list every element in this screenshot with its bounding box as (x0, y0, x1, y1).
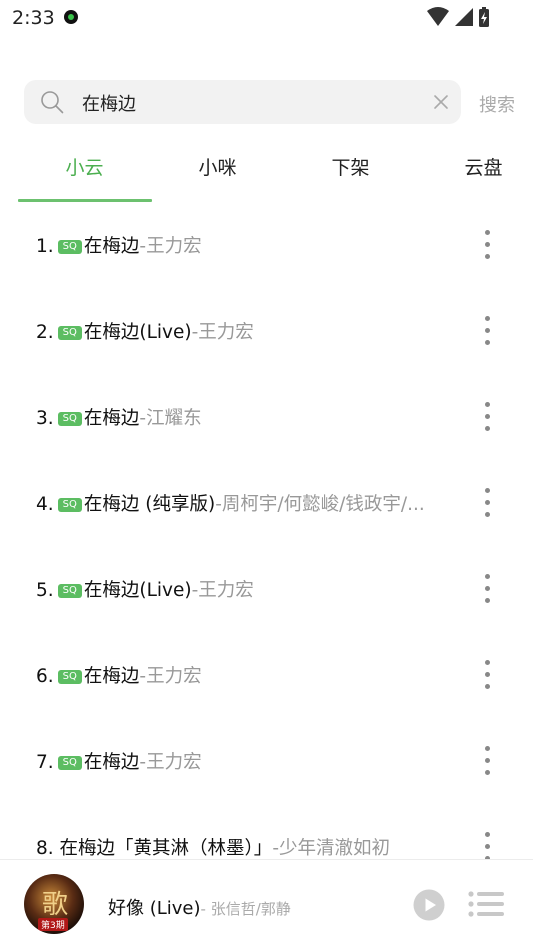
cell-signal-icon (455, 8, 473, 26)
sq-badge: SQ (57, 584, 82, 598)
search-query: 在梅边 (82, 94, 136, 115)
song-artist: -少年清澈如初 (272, 838, 390, 859)
song-title: 在梅边 (83, 666, 140, 687)
list-item[interactable]: 2. SQ 在梅边(Live)-王力宏 (0, 288, 533, 374)
now-playing-title: 好像 (Live) (108, 898, 201, 919)
tab-yunpan[interactable]: 云盘 (417, 153, 533, 180)
list-item[interactable]: 4. SQ 在梅边 (纯享版)-周柯宇/何懿峻/钱政宇/... (0, 460, 533, 546)
list-item[interactable]: 7. SQ 在梅边-王力宏 (0, 718, 533, 804)
item-index: 6. (36, 666, 54, 687)
song-artist: -江耀东 (139, 408, 202, 429)
song-artist: -王力宏 (139, 752, 202, 773)
song-title: 在梅边 (83, 752, 140, 773)
song-title: 在梅边(Live) (83, 580, 192, 601)
status-time: 2:33 (12, 7, 55, 29)
song-title: 在梅边 (83, 408, 140, 429)
item-index: 1. (36, 236, 54, 257)
list-item[interactable]: 5. SQ 在梅边(Live)-王力宏 (0, 546, 533, 632)
status-icons (427, 6, 493, 28)
song-artist: -王力宏 (191, 322, 254, 343)
item-index: 3. (36, 408, 54, 429)
song-artist: -王力宏 (139, 666, 202, 687)
song-title: 在梅边 (83, 236, 140, 257)
more-options-icon[interactable] (482, 230, 492, 260)
sq-badge: SQ (57, 498, 82, 512)
more-options-icon[interactable] (482, 316, 492, 346)
play-icon[interactable] (413, 889, 445, 921)
clear-icon[interactable] (433, 94, 449, 110)
cover-art-badge: 第3期 (38, 918, 68, 931)
song-title: 在梅边「黄其淋（林墨）」 (59, 838, 273, 859)
tab-xiaomi[interactable]: 小咪 (151, 153, 284, 180)
now-playing-artist: - 张信哲/郭静 (200, 900, 291, 918)
search-icon (41, 91, 64, 114)
more-options-icon[interactable] (482, 574, 492, 604)
wifi-icon (427, 7, 449, 26)
song-title: 在梅边(Live) (83, 322, 192, 343)
sq-badge: SQ (57, 326, 82, 340)
song-artist: -王力宏 (191, 580, 254, 601)
sq-badge: SQ (57, 756, 82, 770)
album-cover[interactable]: 歌 第3期 (24, 874, 84, 934)
battery-icon (479, 7, 489, 27)
status-bar: 2:33 (0, 0, 533, 36)
song-artist: -周柯宇/何懿峻/钱政宇/... (215, 494, 425, 515)
item-index: 8. (36, 838, 54, 859)
song-title: 在梅边 (纯享版) (83, 494, 216, 515)
more-options-icon[interactable] (482, 660, 492, 690)
tab-xiaoyun[interactable]: 小云 (18, 153, 151, 180)
sq-badge: SQ (57, 240, 82, 254)
song-artist: -王力宏 (139, 236, 202, 257)
sq-badge: SQ (57, 412, 82, 426)
app-notification-icon (64, 10, 78, 24)
list-item[interactable]: 3. SQ 在梅边-江耀东 (0, 374, 533, 460)
item-index: 4. (36, 494, 54, 515)
search-button[interactable]: 搜索 (479, 91, 515, 117)
cover-art-glyph: 歌 (42, 890, 69, 920)
item-index: 2. (36, 322, 54, 343)
list-item[interactable]: 6. SQ 在梅边-王力宏 (0, 632, 533, 718)
item-index: 7. (36, 752, 54, 773)
more-options-icon[interactable] (482, 488, 492, 518)
tab-xiajia[interactable]: 下架 (284, 153, 417, 180)
now-playing-bar[interactable]: 歌 第3期 好像 (Live)- 张信哲/郭静 (0, 859, 533, 948)
list-item[interactable]: 1. SQ 在梅边-王力宏 (0, 202, 533, 288)
source-tabs: 小云 小咪 下架 云盘 (18, 140, 533, 202)
more-options-icon[interactable] (482, 402, 492, 432)
more-options-icon[interactable] (482, 832, 492, 862)
search-input[interactable]: 在梅边 (24, 80, 461, 124)
playlist-icon[interactable] (468, 891, 504, 917)
item-index: 5. (36, 580, 54, 601)
sq-badge: SQ (57, 670, 82, 684)
more-options-icon[interactable] (482, 746, 492, 776)
